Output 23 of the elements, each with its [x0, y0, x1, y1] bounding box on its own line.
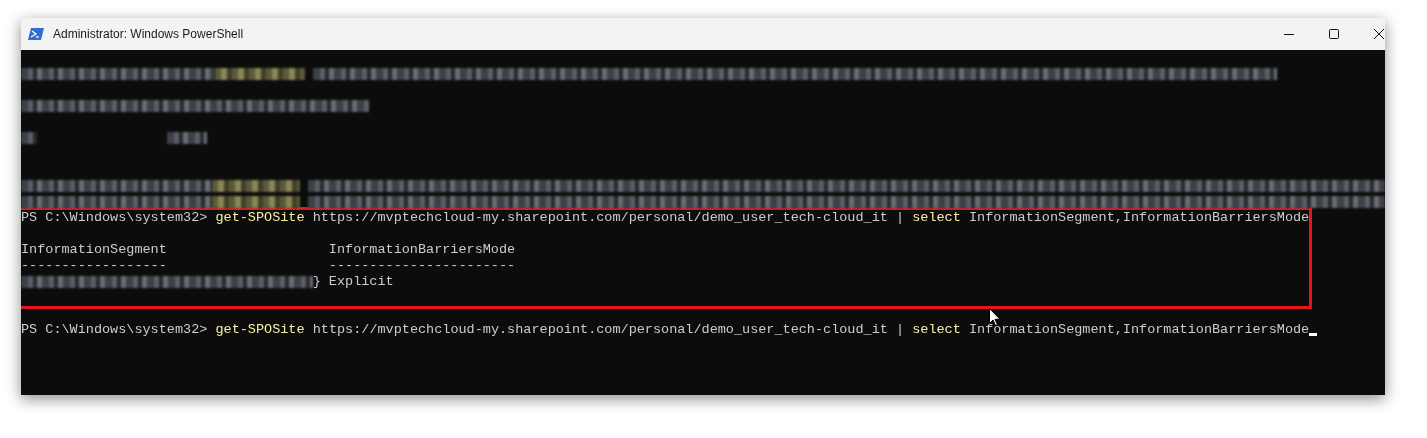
close-icon	[1373, 29, 1384, 39]
column-header: InformationBarriersMode	[328, 242, 516, 258]
maximize-icon	[1328, 29, 1339, 39]
select-keyword: select	[912, 322, 961, 338]
header-rule: -----------------------	[328, 258, 516, 274]
select-keyword: select	[912, 210, 961, 226]
mouse-pointer-icon	[989, 308, 1001, 326]
url-text: https://mvptechcloud-my.sharepoint.com/personal/demo_user_tech-cloud_it	[311, 322, 889, 338]
pipe-text: |	[896, 322, 906, 338]
powershell-icon	[28, 28, 44, 40]
header-rule: ------------------	[21, 258, 167, 274]
prompt-text: PS C:\Windows\system32>	[21, 210, 209, 226]
prompt-text: PS C:\Windows\system32>	[21, 322, 209, 338]
property-list: InformationSegment,InformationBarriersMode	[960, 210, 1310, 226]
column-header: InformationSegment	[21, 242, 167, 258]
table-cell: Explicit	[328, 274, 394, 290]
table-cell: }	[312, 274, 321, 290]
cmdlet-text: get-SPOSite	[215, 322, 305, 338]
property-list: InformationSegment,InformationBarriersMode	[960, 322, 1310, 338]
pipe-text: |	[896, 210, 906, 226]
cmdlet-text: get-SPOSite	[215, 210, 305, 226]
url-text: https://mvptechcloud-my.sharepoint.com/personal/demo_user_tech-cloud_it	[311, 210, 889, 226]
window-title: Administrator: Windows PowerShell	[53, 27, 244, 41]
